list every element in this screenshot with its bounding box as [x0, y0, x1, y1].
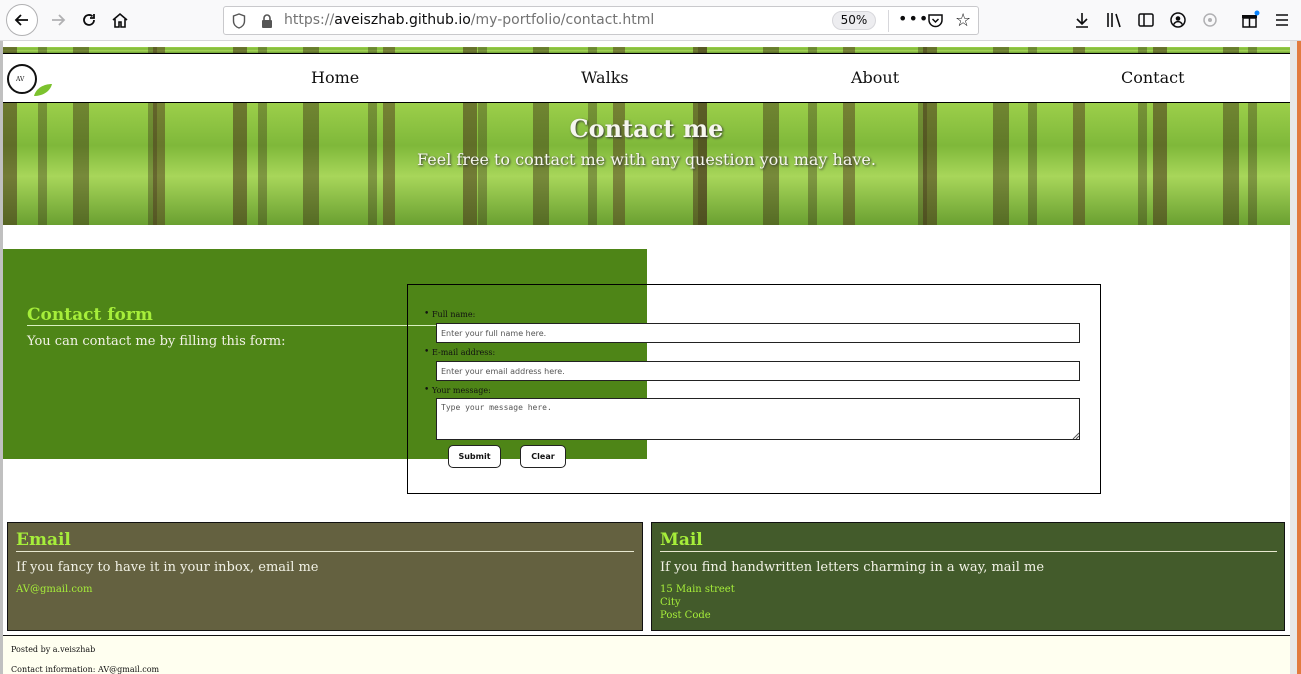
- url-host: aveiszhab.github.io: [334, 12, 471, 28]
- account-icon[interactable]: [1168, 10, 1188, 30]
- mail-address-line: City: [660, 597, 681, 608]
- home-icon: [112, 12, 128, 28]
- full-name-label: Full name:: [424, 309, 475, 319]
- contact-form-heading: Contact form: [27, 305, 153, 325]
- email-card-text: If you fancy to have it in your inbox, e…: [16, 560, 319, 575]
- window-accent-edge: [1297, 41, 1301, 674]
- mail-card-title: Mail: [660, 530, 703, 550]
- site-footer: Posted by a.veiszhab Contact information…: [3, 635, 1290, 674]
- gift-icon[interactable]: [1240, 10, 1260, 30]
- arrow-left-icon: [14, 14, 28, 26]
- hero-banner: Contact me Feel free to contact me with …: [3, 103, 1290, 225]
- footer-posted-by: Posted by a.veiszhab: [11, 645, 96, 654]
- email-card: Email If you fancy to have it in your in…: [7, 522, 643, 631]
- footer-contact-info: Contact information: AV@gmail.com: [11, 665, 160, 674]
- url-separator: [888, 10, 889, 32]
- forward-button[interactable]: [42, 4, 74, 36]
- nav-link-contact[interactable]: Contact: [1121, 68, 1185, 87]
- url-text[interactable]: https://aveiszhab.github.io/my-portfolio…: [284, 12, 654, 28]
- lock-icon[interactable]: [260, 13, 274, 29]
- mail-card-divider: [660, 551, 1277, 552]
- pocket-icon[interactable]: [927, 12, 944, 29]
- url-path: /my-portfolio/contact.html: [470, 12, 655, 28]
- reload-button[interactable]: [73, 4, 105, 36]
- sidebar-icon[interactable]: [1136, 10, 1156, 30]
- nav-link-home[interactable]: Home: [311, 68, 359, 87]
- submit-button[interactable]: Submit: [448, 445, 501, 468]
- menu-icon[interactable]: [1272, 10, 1292, 30]
- browser-toolbar: https://aveiszhab.github.io/my-portfolio…: [0, 0, 1301, 41]
- nav-link-about[interactable]: About: [851, 68, 899, 87]
- page: AV Home Walks About Contact Contact me F…: [3, 41, 1290, 674]
- url-bar[interactable]: https://aveiszhab.github.io/my-portfolio…: [223, 6, 979, 35]
- mail-card: Mail If you find handwritten letters cha…: [651, 522, 1285, 631]
- message-label: Your message:: [424, 385, 491, 395]
- full-name-input[interactable]: [436, 323, 1080, 343]
- mail-address-line: 15 Main street: [660, 584, 735, 595]
- bookmark-star-icon[interactable]: ☆: [955, 10, 971, 31]
- window-right-edge: [1290, 41, 1301, 674]
- home-button[interactable]: [104, 4, 136, 36]
- zoom-level-badge[interactable]: 50%: [832, 11, 876, 30]
- downloads-icon[interactable]: [1072, 10, 1092, 30]
- resize-grip-icon[interactable]: [1071, 431, 1079, 439]
- contact-form-divider: [27, 325, 439, 326]
- hero-title: Contact me: [569, 114, 724, 143]
- url-scheme: https://: [284, 12, 335, 28]
- shield-icon[interactable]: [232, 13, 246, 29]
- arrow-right-icon: [52, 14, 66, 26]
- nav-link-walks[interactable]: Walks: [581, 68, 629, 87]
- contact-form-intro: You can contact me by filling this form:: [27, 334, 286, 349]
- email-card-divider: [16, 551, 634, 552]
- site-navbar: AV Home Walks About Contact: [3, 53, 1290, 103]
- page-actions-icon[interactable]: •••: [898, 9, 929, 28]
- logo-text: AV: [15, 76, 25, 83]
- email-label: E-mail address:: [424, 347, 495, 357]
- extension-icon[interactable]: [1200, 10, 1220, 30]
- mail-card-text: If you find handwritten letters charming…: [660, 560, 1045, 575]
- library-icon[interactable]: [1104, 10, 1124, 30]
- email-input[interactable]: [436, 361, 1080, 381]
- email-card-title: Email: [16, 530, 71, 550]
- message-textarea[interactable]: [436, 398, 1080, 440]
- contact-form: [407, 284, 1101, 494]
- mail-address-line: Post Code: [660, 610, 711, 621]
- clear-button[interactable]: Clear: [520, 445, 566, 468]
- email-address-link[interactable]: AV@gmail.com: [16, 584, 92, 595]
- site-logo[interactable]: AV: [6, 62, 54, 98]
- back-button[interactable]: [6, 4, 38, 36]
- hero-subtitle: Feel free to contact me with any questio…: [417, 150, 876, 169]
- reload-icon: [83, 14, 95, 26]
